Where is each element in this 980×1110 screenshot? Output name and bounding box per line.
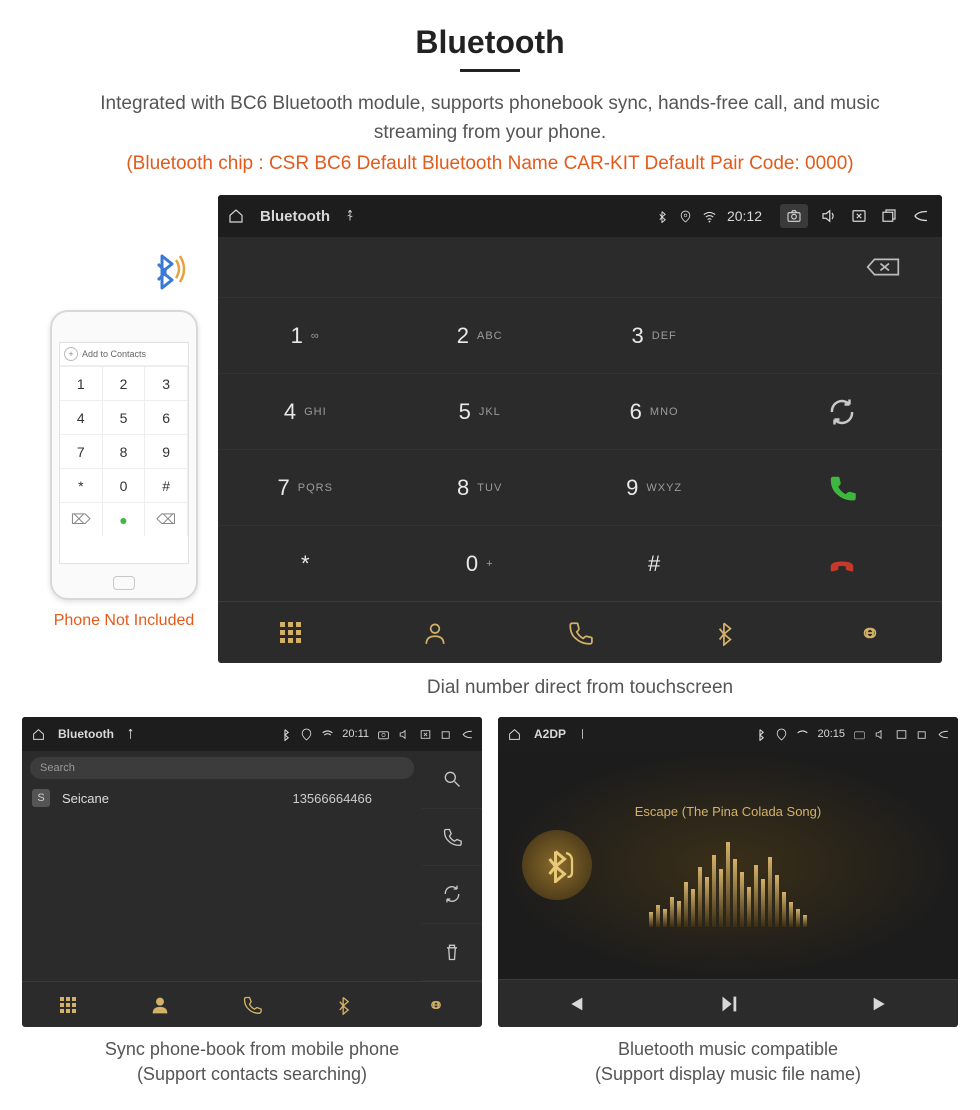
tab-bluetooth[interactable]: [652, 602, 797, 663]
key-0[interactable]: 0+: [392, 525, 566, 601]
wifi-icon: [796, 728, 809, 741]
back-button[interactable]: [937, 728, 950, 741]
key-7[interactable]: 7PQRS: [218, 449, 392, 525]
location-icon: [300, 728, 313, 741]
key-8[interactable]: 8TUV: [392, 449, 566, 525]
contact-row[interactable]: S Seicane 13566664466: [22, 783, 422, 813]
recent-apps-button[interactable]: [916, 728, 929, 741]
phone-disclaimer: Phone Not Included: [34, 612, 214, 630]
clock: 20:11: [342, 728, 369, 740]
volume-button[interactable]: [398, 728, 411, 741]
status-bar: Bluetooth 20:12: [218, 195, 942, 237]
phone-mockup: +Add to Contacts 123 456 789 *0# ⌦●⌫ Pho…: [34, 310, 214, 630]
bluetooth-signal-icon: [144, 246, 190, 292]
tab-recent[interactable]: [508, 602, 653, 663]
volume-button[interactable]: [874, 728, 887, 741]
tab-contacts[interactable]: [363, 602, 508, 663]
next-button[interactable]: [870, 993, 892, 1015]
app-title: Bluetooth: [260, 208, 330, 225]
close-app-button[interactable]: [850, 207, 868, 225]
description: Integrated with BC6 Bluetooth module, su…: [0, 90, 980, 147]
clock: 20:15: [817, 728, 845, 740]
key-9[interactable]: 9WXYZ: [567, 449, 741, 525]
side-delete-button[interactable]: [422, 924, 482, 982]
bluetooth-icon: [754, 728, 767, 741]
tab-bluetooth[interactable]: [298, 982, 390, 1027]
close-app-button[interactable]: [419, 728, 432, 741]
prev-button[interactable]: [564, 993, 586, 1015]
redial-button[interactable]: [741, 373, 942, 449]
key-*[interactable]: *: [218, 525, 392, 601]
empty-cell: [741, 297, 942, 373]
app-title: Bluetooth: [58, 727, 114, 741]
back-button[interactable]: [910, 207, 932, 225]
screenshot-button[interactable]: [853, 728, 866, 741]
visualizer: [649, 837, 807, 927]
key-#[interactable]: #: [567, 525, 741, 601]
wifi-icon: [321, 728, 334, 741]
side-search-button[interactable]: [422, 751, 482, 809]
bluetooth-icon: [279, 728, 292, 741]
tab-pair[interactable]: [390, 982, 482, 1027]
key-1[interactable]: 1∞: [218, 297, 392, 373]
volume-button[interactable]: [820, 207, 838, 225]
home-icon[interactable]: [228, 208, 244, 224]
tab-recent[interactable]: [206, 982, 298, 1027]
dialer-caption: Dial number direct from touchscreen: [218, 677, 942, 699]
album-art-icon: [522, 830, 592, 900]
screenshot-button[interactable]: [377, 728, 390, 741]
screenshot-button[interactable]: [780, 204, 808, 228]
clock: 20:12: [727, 208, 762, 224]
number-display: [218, 237, 824, 297]
tab-dialpad[interactable]: [218, 602, 363, 663]
tab-pair[interactable]: [797, 602, 942, 663]
side-call-button[interactable]: [422, 809, 482, 867]
bottom-tabs: [218, 601, 942, 663]
status-indicators: 20:12: [656, 208, 762, 224]
wifi-icon: [702, 209, 717, 224]
dialer-panel: Bluetooth 20:12 1∞2ABC3DEF 4GHI5JKL6MNO 7P…: [218, 195, 942, 663]
usb-icon: [342, 208, 358, 224]
phonebook-caption: Sync phone-book from mobile phone (Suppo…: [22, 1037, 482, 1087]
location-icon: [679, 210, 692, 223]
search-input[interactable]: Search: [30, 757, 414, 779]
bluetooth-specs: (Bluetooth chip : CSR BC6 Default Blueto…: [0, 153, 980, 175]
page-title: Bluetooth: [0, 24, 980, 61]
side-sync-button[interactable]: [422, 866, 482, 924]
key-4[interactable]: 4GHI: [218, 373, 392, 449]
track-title: Escape (The Pina Colada Song): [635, 804, 821, 819]
usb-icon: [574, 726, 590, 742]
home-icon[interactable]: [506, 726, 522, 742]
contact-name: Seicane: [62, 791, 109, 806]
phonebook-panel: Bluetooth 20:11 Search S: [22, 717, 482, 1027]
bluetooth-icon: [656, 210, 669, 223]
usb-icon: [122, 726, 138, 742]
music-caption: Bluetooth music compatible (Support disp…: [498, 1037, 958, 1087]
key-6[interactable]: 6MNO: [567, 373, 741, 449]
recent-apps-button[interactable]: [440, 728, 453, 741]
tab-contacts[interactable]: [114, 982, 206, 1027]
tab-dialpad[interactable]: [22, 982, 114, 1027]
back-button[interactable]: [461, 728, 474, 741]
contact-number: 13566664466: [292, 791, 372, 806]
call-button[interactable]: [741, 449, 942, 525]
home-icon[interactable]: [30, 726, 46, 742]
contact-initial-icon: S: [32, 789, 50, 807]
key-2[interactable]: 2ABC: [392, 297, 566, 373]
hangup-button[interactable]: [741, 525, 942, 601]
location-icon: [775, 728, 788, 741]
music-panel: A2DP 20:15 Escape (The Pina Colada Song): [498, 717, 958, 1027]
title-underline: [460, 69, 520, 72]
backspace-button[interactable]: [824, 237, 942, 297]
key-5[interactable]: 5JKL: [392, 373, 566, 449]
key-3[interactable]: 3DEF: [567, 297, 741, 373]
app-title: A2DP: [534, 727, 566, 741]
add-contacts-label: Add to Contacts: [82, 349, 146, 359]
play-pause-button[interactable]: [717, 993, 739, 1015]
recent-apps-button[interactable]: [880, 207, 898, 225]
close-app-button[interactable]: [895, 728, 908, 741]
